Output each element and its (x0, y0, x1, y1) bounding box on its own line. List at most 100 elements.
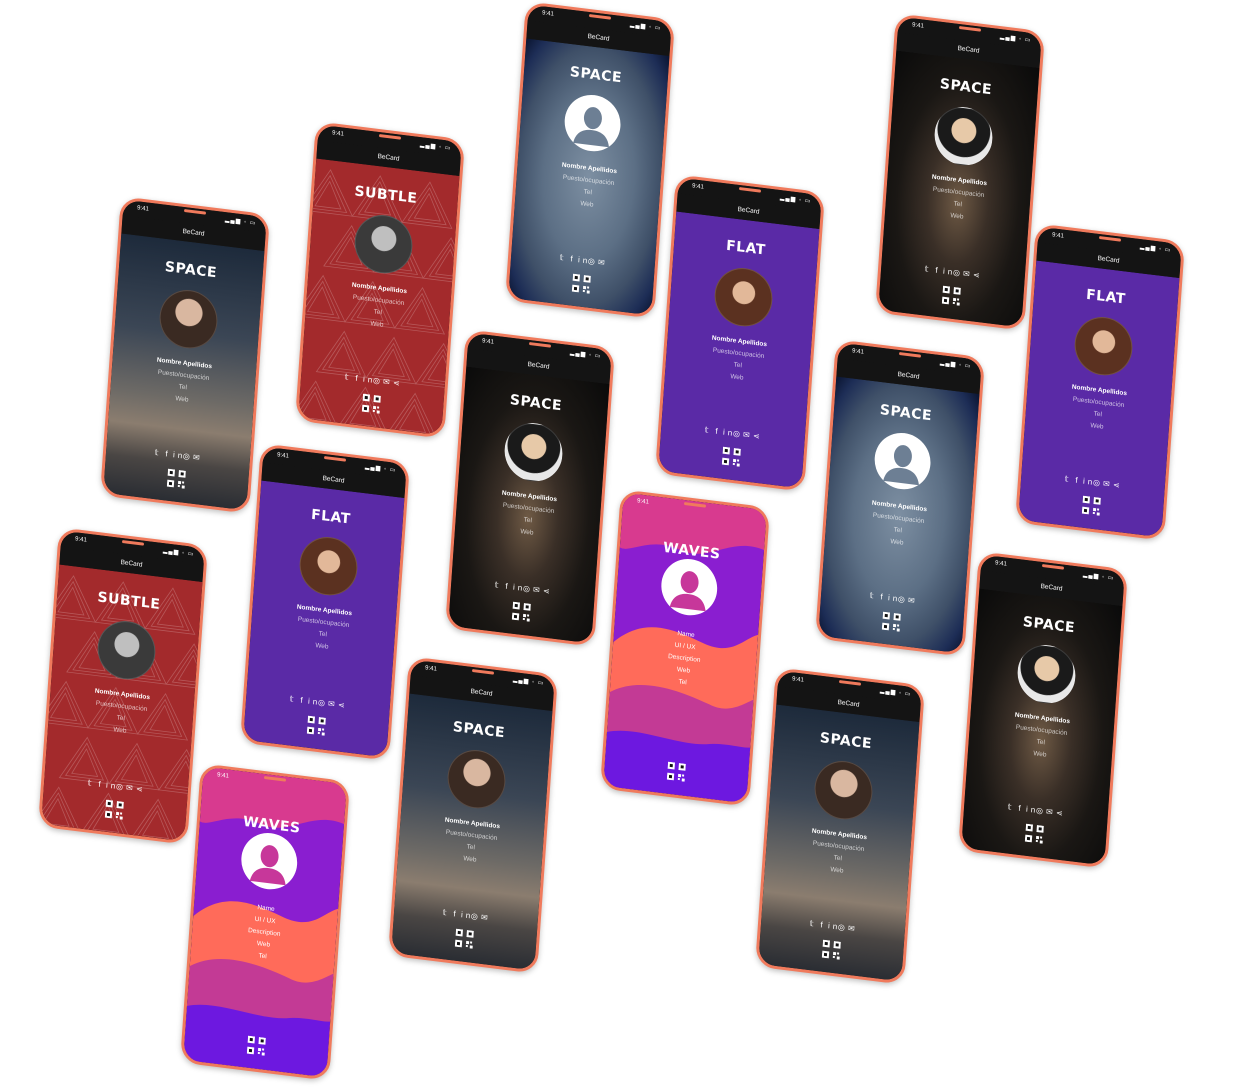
phone-mockup-flat: FLAT Nombre Apellidos Puesto/ocupación Tel W… (239, 443, 411, 761)
share-icon[interactable]: ⋖ (973, 270, 984, 280)
avatar[interactable] (502, 419, 565, 485)
qr-code-icon[interactable] (821, 939, 841, 960)
mail-icon[interactable]: ✉ (848, 924, 859, 934)
facebook-icon[interactable]: f (96, 779, 107, 790)
facebook-icon[interactable]: f (818, 920, 829, 930)
avatar[interactable] (712, 264, 775, 330)
avatar[interactable] (239, 829, 300, 893)
template-title: SPACE (1022, 614, 1076, 637)
qr-code-icon[interactable] (1081, 495, 1101, 516)
qr-code-icon[interactable] (721, 446, 741, 467)
phone-mockup-space: SPACE Nombre Apellidos Puesto/ocupación Tel… (957, 551, 1129, 869)
share-icon[interactable]: ⋖ (543, 586, 554, 596)
qr-code-icon[interactable] (1024, 823, 1044, 844)
linkedin-icon[interactable]: in (513, 583, 526, 593)
avatar[interactable] (445, 746, 508, 812)
linkedin-icon[interactable]: in (943, 267, 956, 277)
avatar[interactable] (812, 757, 875, 823)
linkedin-icon[interactable]: in (723, 428, 736, 438)
notch (528, 342, 552, 348)
avatar[interactable] (872, 429, 933, 493)
qr-code-icon[interactable] (104, 799, 124, 820)
facebook-icon[interactable]: f (713, 426, 724, 437)
social-links: 𝕥 f in◎✉⋖ (661, 420, 805, 447)
status-time: 9:41 (791, 676, 804, 684)
mail-icon[interactable]: ✉ (193, 453, 204, 463)
share-icon[interactable]: ⋖ (136, 784, 147, 794)
twitter-icon[interactable]: 𝕥 (923, 264, 934, 274)
status-time: 9:41 (911, 22, 924, 30)
twitter-icon[interactable]: 𝕥 (493, 580, 504, 590)
facebook-icon[interactable]: f (568, 254, 579, 264)
qr-code-icon[interactable] (306, 715, 326, 736)
twitter-icon[interactable]: 𝕥 (86, 778, 97, 788)
share-icon[interactable]: ⋖ (393, 378, 404, 388)
social-links: 𝕥 f in◎✉ (106, 442, 250, 469)
twitter-icon[interactable]: 𝕥 (441, 908, 452, 918)
status-time: 9:41 (74, 536, 87, 544)
card-screen: SUBTLE Nombre Apellidos Puesto/ocupación Te… (298, 158, 460, 436)
mail-icon[interactable]: ✉ (908, 596, 919, 606)
phone-mockup-space: SPACE Nombre Apellidos Puesto/ocupación Tel… (874, 13, 1046, 331)
linkedin-icon[interactable]: in (363, 375, 376, 385)
facebook-icon[interactable]: f (353, 373, 364, 384)
phone-mockup-space: SPACE Nombre Apellidos Puesto/ocupación Tel… (814, 339, 986, 657)
facebook-icon[interactable]: f (451, 909, 462, 919)
twitter-icon[interactable]: 𝕥 (703, 425, 714, 435)
mail-icon[interactable]: ✉ (481, 913, 492, 923)
qr-code-icon[interactable] (454, 928, 474, 949)
facebook-icon[interactable]: f (163, 449, 174, 459)
share-icon[interactable]: ⋖ (753, 431, 764, 441)
avatar[interactable] (932, 103, 995, 169)
notch (378, 134, 402, 140)
qr-code-icon[interactable] (361, 393, 381, 414)
qr-code-icon[interactable] (511, 601, 531, 622)
facebook-icon[interactable]: f (1073, 475, 1084, 486)
status-time: 9:41 (1051, 232, 1064, 240)
share-icon[interactable]: ⋖ (1056, 808, 1067, 818)
status-icons: ▂▄▆ ◦ ▭ (879, 688, 912, 698)
qr-code-icon[interactable] (246, 1035, 266, 1056)
facebook-icon[interactable]: f (1016, 803, 1027, 814)
share-icon[interactable]: ⋖ (338, 700, 349, 710)
twitter-icon[interactable]: 𝕥 (808, 919, 819, 929)
facebook-icon[interactable]: f (878, 592, 889, 602)
facebook-icon[interactable]: f (298, 695, 309, 706)
twitter-icon[interactable]: 𝕥 (558, 253, 569, 263)
twitter-icon[interactable]: 𝕥 (153, 448, 164, 458)
notch (471, 669, 495, 675)
social-links: 𝕥 f in◎✉⋖ (964, 797, 1108, 824)
card-screen: WAVES Name UI / UX Description Web Tel (603, 492, 767, 804)
avatar[interactable] (1072, 313, 1135, 379)
twitter-icon[interactable]: 𝕥 (343, 372, 354, 382)
twitter-icon[interactable]: 𝕥 (868, 591, 879, 601)
avatar[interactable] (562, 91, 623, 155)
notch (898, 352, 922, 358)
twitter-icon[interactable]: 𝕥 (1006, 802, 1017, 812)
qr-code-icon[interactable] (166, 468, 186, 489)
qr-code-icon[interactable] (571, 273, 591, 294)
card-screen: FLAT Nombre Apellidos Puesto/ocupación Tel W… (658, 211, 820, 489)
status-icons: ▂▄▆ ◦ ▭ (512, 677, 545, 687)
share-icon[interactable]: ⋖ (1113, 480, 1124, 490)
avatar[interactable] (1015, 641, 1078, 707)
linkedin-icon[interactable]: in (1083, 477, 1096, 487)
twitter-icon[interactable]: 𝕥 (1063, 474, 1074, 484)
linkedin-icon[interactable]: in (1026, 805, 1039, 815)
status-icons: ▂▄▆ ◦ ▭ (939, 360, 972, 370)
qr-code-icon[interactable] (666, 761, 686, 782)
contact-info: Nombre Apellidos Puesto/ocupación Tel Web (110, 349, 256, 414)
avatar[interactable] (297, 533, 360, 599)
qr-code-icon[interactable] (941, 285, 961, 306)
twitter-icon[interactable]: 𝕥 (288, 694, 299, 704)
facebook-icon[interactable]: f (933, 265, 944, 276)
avatar[interactable] (157, 286, 220, 352)
facebook-icon[interactable]: f (503, 581, 514, 592)
social-links: 𝕥 f in◎✉ (761, 913, 905, 940)
linkedin-icon[interactable]: in (106, 781, 119, 791)
status-icons: ▂▄▆ ◦ ▭ (1139, 244, 1172, 254)
qr-code-icon[interactable] (881, 611, 901, 632)
avatar[interactable] (659, 555, 720, 619)
mail-icon[interactable]: ✉ (598, 258, 609, 268)
linkedin-icon[interactable]: in (308, 697, 321, 707)
